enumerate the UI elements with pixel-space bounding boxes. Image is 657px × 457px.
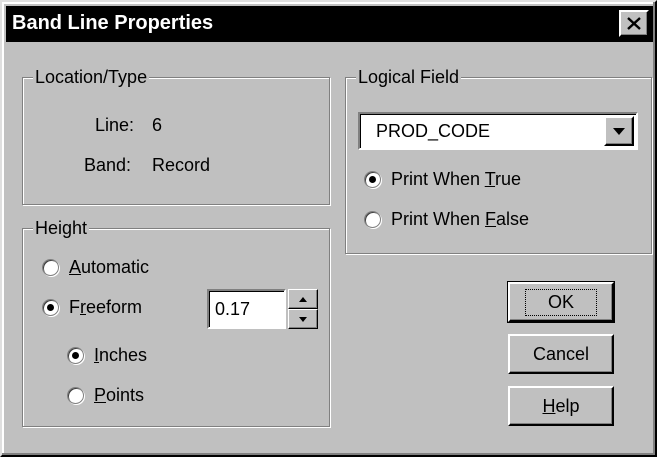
print-when-false-label: Print When False [391,209,530,229]
height-value: 0.17 [215,299,251,319]
ok-button[interactable]: OK [507,281,615,323]
dropdown-button[interactable] [604,116,634,146]
inches-radio[interactable]: Inches [67,344,147,366]
spin-down-icon [299,316,307,322]
logical-field-value: PROD_CODE [376,121,491,141]
automatic-radio-circle[interactable] [42,258,59,276]
chevron-down-icon [613,127,625,135]
location-type-group: Location/Type Line: 6 Band: Record [22,66,330,205]
inches-radio-circle[interactable] [67,346,84,364]
inches-label: Inches [94,345,148,365]
freeform-label: Freeform [69,297,143,317]
points-radio-circle[interactable] [67,386,84,404]
band-label: Band: [84,155,132,175]
title-bar[interactable]: Band Line Properties [6,6,653,42]
height-legend: Height [33,217,90,239]
logical-field-legend: Logical Field [356,66,462,88]
height-value-input[interactable]: 0.17 [207,289,286,329]
close-button[interactable] [619,10,649,37]
points-label: Points [94,385,145,405]
line-label: Line: [95,115,135,135]
line-value: 6 [152,115,163,135]
close-icon [627,17,641,30]
spin-down-button[interactable] [288,309,318,329]
height-spinner[interactable] [288,289,318,329]
ok-label: OK [524,288,597,316]
points-radio[interactable]: Points [67,384,144,406]
print-when-true-radio-circle[interactable] [364,170,381,188]
cancel-button[interactable]: Cancel [508,334,614,374]
spin-up-icon [299,296,307,302]
freeform-radio-circle[interactable] [42,298,59,316]
automatic-label: Automatic [69,257,150,277]
location-type-legend: Location/Type [33,66,150,88]
print-when-true-label: Print When True [391,169,522,189]
window-title: Band Line Properties [12,12,214,34]
print-when-false-radio-circle[interactable] [364,210,381,228]
spin-up-button[interactable] [288,289,318,309]
print-when-true-radio[interactable]: Print When True [364,168,521,190]
help-label: Help [542,395,580,416]
band-value: Record [152,155,211,175]
freeform-radio[interactable]: Freeform [42,296,142,318]
logical-field-combobox[interactable]: PROD_CODE [358,112,638,150]
print-when-false-radio[interactable]: Print When False [364,208,529,230]
automatic-radio[interactable]: Automatic [42,256,149,278]
cancel-label: Cancel [532,343,590,364]
band-line-properties-dialog: Band Line Properties Location/Type Line:… [0,0,657,457]
help-button[interactable]: Help [508,386,614,426]
